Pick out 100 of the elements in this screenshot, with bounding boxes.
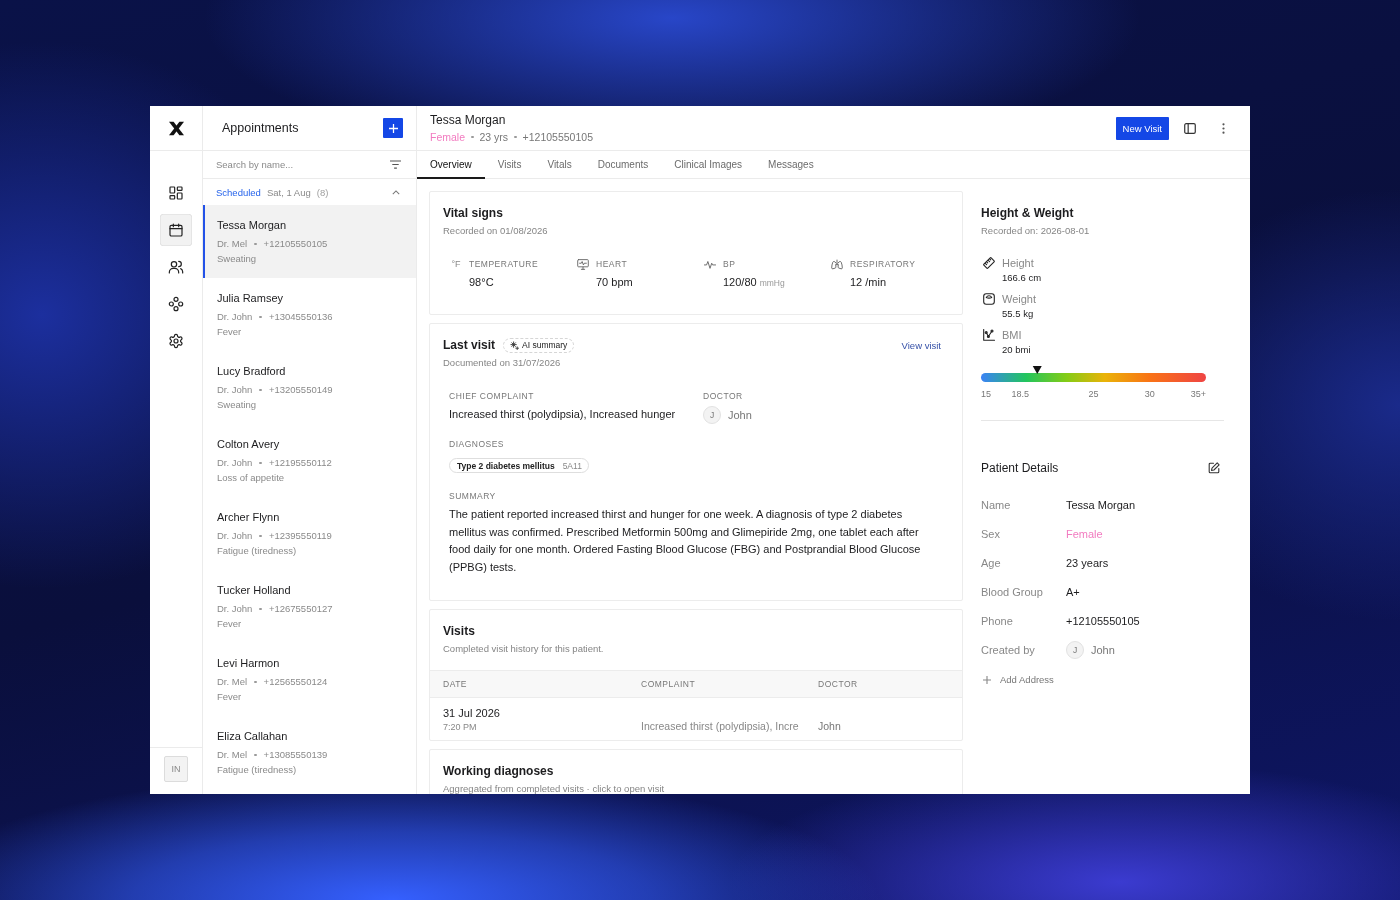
- column-header: DATE: [442, 679, 469, 690]
- doctor-name: Dr. John: [217, 384, 253, 396]
- users-icon[interactable]: [168, 259, 184, 275]
- detail-value: 23 years: [1066, 556, 1109, 569]
- temperature-unit: °F: [451, 258, 461, 270]
- doctor-name: John: [728, 409, 752, 421]
- tab[interactable]: Vitals: [534, 151, 585, 179]
- patient-phone: +12105550105: [522, 130, 593, 144]
- patient-name: Levi Harmon: [217, 656, 281, 670]
- section-label: CHIEF COMPLAINT: [449, 391, 535, 402]
- tab[interactable]: Documents: [584, 151, 662, 179]
- search-field[interactable]: Search by name...: [216, 156, 390, 173]
- phone-number: +13085550139: [263, 749, 328, 761]
- vital-value: 120/80: [723, 276, 757, 288]
- logo-icon[interactable]: [167, 120, 185, 136]
- vital-label: HEART: [596, 258, 629, 270]
- column-header: COMPLAINT: [640, 679, 697, 690]
- complaint-text: Loss of appetite: [217, 472, 286, 484]
- tab[interactable]: Clinical Images: [661, 151, 756, 179]
- appointment-item[interactable]: Eliza Callahan Dr. Mel +13085550139 Fatigue (tiredness): [203, 716, 416, 789]
- dashboard-grid-icon[interactable]: [168, 185, 184, 201]
- list-title: Appointments: [222, 121, 299, 135]
- doctor-name: Dr. John: [217, 603, 253, 615]
- chief-complaint-text: Increased thirst (polydipsia), Increased hunger: [449, 407, 677, 421]
- sidebar-panel-icon[interactable]: [1184, 122, 1196, 134]
- kebab-menu-icon[interactable]: [1222, 122, 1225, 134]
- patient-name: Archer Flynn: [217, 510, 281, 524]
- separator-dot-icon: [514, 135, 517, 139]
- phone-number: +12395550119: [268, 530, 332, 542]
- bmi-tick-label: 30: [1144, 388, 1155, 400]
- filter-icon[interactable]: [390, 160, 401, 169]
- separator-dot-icon: [259, 315, 262, 319]
- tab[interactable]: Visits: [484, 151, 535, 179]
- appointment-item[interactable]: Julia Ramsey Dr. John +13045550136 Fever: [203, 278, 416, 351]
- card-subtitle: Aggregated from completed visits · click to open visit: [443, 783, 666, 794]
- phone-number: +12105550105: [263, 238, 328, 250]
- new-visit-button[interactable]: New Visit: [1115, 116, 1169, 140]
- card-subtitle: Completed visit history for this patient.: [443, 643, 605, 656]
- edit-icon[interactable]: [1208, 462, 1220, 474]
- ai-summary-button[interactable]: AI summary: [503, 337, 575, 353]
- group-status: Scheduled: [216, 186, 261, 198]
- diagnosis-name: Type 2 diabetes mellitus: [457, 460, 555, 471]
- doctor-name: Dr. John: [217, 530, 253, 542]
- panel-title: Patient Details: [981, 460, 1059, 476]
- settings-icon[interactable]: [168, 333, 184, 349]
- separator-dot-icon: [259, 607, 262, 611]
- bmi-tick-label: 15: [981, 388, 991, 400]
- view-visit-link[interactable]: View visit: [901, 339, 941, 351]
- add-address-button[interactable]: Add Address: [981, 674, 1054, 685]
- patient-name: Lucy Bradford: [217, 364, 287, 378]
- detail-label: Sex: [981, 527, 1001, 540]
- separator-dot-icon: [254, 242, 257, 246]
- card-subtitle: Recorded on 01/08/2026: [443, 225, 549, 237]
- vital-unit: mmHg: [759, 278, 785, 288]
- doctor-name: Dr. Mel: [217, 749, 248, 761]
- appointment-item[interactable]: Levi Harmon Dr. Mel +12565550124 Fever: [203, 643, 416, 716]
- chevron-up-icon[interactable]: [392, 189, 400, 195]
- separator-dot-icon: [471, 135, 474, 139]
- ruler-icon: [983, 257, 995, 269]
- complaint-text: Sweating: [217, 399, 258, 411]
- monitor-pulse-icon: [577, 258, 589, 270]
- tab[interactable]: Messages: [755, 151, 827, 179]
- phone-number: +12565550124: [263, 676, 328, 688]
- group-date: Sat, 1 Aug: [266, 186, 311, 198]
- phone-number: +13205550149: [268, 384, 333, 396]
- nodes-icon[interactable]: [168, 296, 184, 312]
- card-subtitle: Documented on 31/07/2026: [443, 357, 562, 369]
- vital-value: 70 bpm: [596, 276, 633, 288]
- appointment-item[interactable]: Colton Avery Dr. John +12195550112 Loss of appetite: [203, 424, 416, 497]
- panel-title: Height & Weight: [981, 205, 1075, 221]
- complaint-text: Sweating: [217, 253, 258, 265]
- appointment-item[interactable]: Tucker Holland Dr. John +12675550127 Fever: [203, 570, 416, 643]
- appointment-item[interactable]: Tessa Morgan Dr. Mel +12105550105 Sweating: [203, 205, 416, 278]
- complaint-text: Fever: [217, 618, 243, 630]
- detail-label: Age: [981, 556, 1002, 569]
- calendar-icon[interactable]: [160, 214, 192, 246]
- detail-value: A+: [1066, 585, 1080, 598]
- patient-name: Tessa Morgan: [430, 112, 507, 128]
- separator-dot-icon: [254, 753, 257, 757]
- add-button[interactable]: [383, 118, 403, 138]
- vital-value: 12 /min: [850, 276, 887, 288]
- vital-label: RESPIRATORY: [850, 258, 916, 270]
- card-title: Last visit: [443, 337, 496, 353]
- section-label: DOCTOR: [703, 391, 744, 402]
- separator-dot-icon: [259, 461, 262, 465]
- doctor-name: Dr. John: [217, 311, 253, 323]
- person-avatar: J: [1066, 640, 1084, 659]
- appointment-item[interactable]: Lucy Bradford Dr. John +13205550149 Sweating: [203, 351, 416, 424]
- detail-label: Blood Group: [981, 585, 1044, 598]
- appointment-item[interactable]: Archer Flynn Dr. John +12395550119 Fatigue (tiredness): [203, 497, 416, 570]
- doctor-name: Dr. John: [217, 457, 253, 469]
- tab[interactable]: Overview: [417, 151, 485, 179]
- phone-number: +12675550127: [268, 603, 333, 615]
- patient-name: Colton Avery: [217, 437, 281, 451]
- group-count: (8): [316, 186, 329, 198]
- vital-value: 98°C: [469, 276, 494, 288]
- section-label: SUMMARY: [449, 491, 497, 502]
- measure-label: Weight: [1002, 292, 1037, 306]
- card-title: Visits: [443, 623, 476, 640]
- separator-dot-icon: [259, 388, 262, 392]
